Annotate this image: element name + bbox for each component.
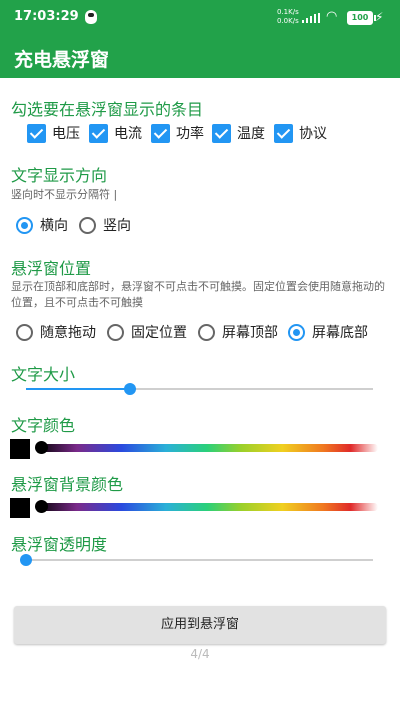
checkbox-checked-icon xyxy=(27,123,46,143)
checkbox-current[interactable]: 电流 xyxy=(89,121,142,145)
status-time: 17:03:29 xyxy=(14,9,79,24)
text-color-title: 文字颜色 xyxy=(11,416,76,435)
checkbox-checked-icon xyxy=(212,123,231,143)
radio-horizontal[interactable]: 横向 xyxy=(16,213,68,237)
radio-free-drag[interactable]: 随意拖动 xyxy=(16,320,96,344)
radio-unselected-icon xyxy=(198,323,215,341)
opacity-slider[interactable] xyxy=(20,550,373,570)
signal-icon xyxy=(302,13,320,23)
text-size-slider[interactable] xyxy=(26,379,373,399)
position-hint: 显示在顶部和底部时，悬浮窗不可点击不可触摸。固定位置会使用随意拖动的位置，且不可… xyxy=(11,280,385,309)
radio-fixed-position[interactable]: 固定位置 xyxy=(107,320,187,344)
radio-unselected-icon xyxy=(107,323,124,341)
slider-thumb[interactable] xyxy=(124,383,136,395)
checkbox-protocol[interactable]: 协议 xyxy=(274,121,327,145)
qq-notification-icon xyxy=(85,10,97,24)
radio-selected-icon xyxy=(288,323,305,341)
items-section-title: 勾选要在悬浮窗显示的条目 xyxy=(11,100,204,119)
radio-vertical[interactable]: 竖向 xyxy=(79,213,131,237)
checkbox-checked-icon xyxy=(89,123,108,143)
slider-track xyxy=(26,559,373,561)
battery-icon: 100 xyxy=(347,11,376,25)
checkbox-checked-icon xyxy=(274,123,293,143)
checkbox-temperature[interactable]: 温度 xyxy=(212,121,265,145)
apply-to-float-window-button[interactable]: 应用到悬浮窗 xyxy=(14,606,386,644)
bg-color-picker-thumb[interactable] xyxy=(35,500,48,513)
radio-screen-top[interactable]: 屏幕顶部 xyxy=(198,320,278,344)
checkbox-checked-icon xyxy=(151,123,170,143)
bg-color-picker-bar[interactable] xyxy=(36,503,378,511)
position-section-title: 悬浮窗位置 xyxy=(11,259,92,278)
charging-icon: ⚡ xyxy=(375,10,384,24)
wifi-icon: ◠ xyxy=(326,9,338,24)
radio-unselected-icon xyxy=(16,323,33,341)
status-bar: 17:03:29 0.1K/s 0.0K/s ◠ 100 ⚡ xyxy=(0,0,400,36)
bg-color-title: 悬浮窗背景颜色 xyxy=(11,475,124,494)
bg-color-swatch xyxy=(10,498,30,518)
slider-thumb[interactable] xyxy=(20,554,32,566)
app-title: 充电悬浮窗 xyxy=(14,49,110,71)
text-color-swatch xyxy=(10,439,30,459)
net-up: 0.1K/s xyxy=(277,8,299,16)
radio-selected-icon xyxy=(16,216,33,234)
network-speed: 0.1K/s 0.0K/s xyxy=(277,8,299,26)
net-down: 0.0K/s xyxy=(277,17,299,25)
checkbox-power[interactable]: 功率 xyxy=(151,121,204,145)
page-indicator: 4/4 xyxy=(190,647,210,661)
checkbox-voltage[interactable]: 电压 xyxy=(27,121,80,145)
radio-screen-bottom[interactable]: 屏幕底部 xyxy=(288,320,368,344)
direction-section-title: 文字显示方向 xyxy=(11,166,108,185)
text-color-picker-bar[interactable] xyxy=(36,444,378,452)
text-color-picker-thumb[interactable] xyxy=(35,441,48,454)
app-bar: 充电悬浮窗 xyxy=(0,36,400,78)
direction-hint: 竖向时不显示分隔符 | xyxy=(11,188,118,201)
slider-fill xyxy=(26,388,130,390)
radio-unselected-icon xyxy=(79,216,96,234)
